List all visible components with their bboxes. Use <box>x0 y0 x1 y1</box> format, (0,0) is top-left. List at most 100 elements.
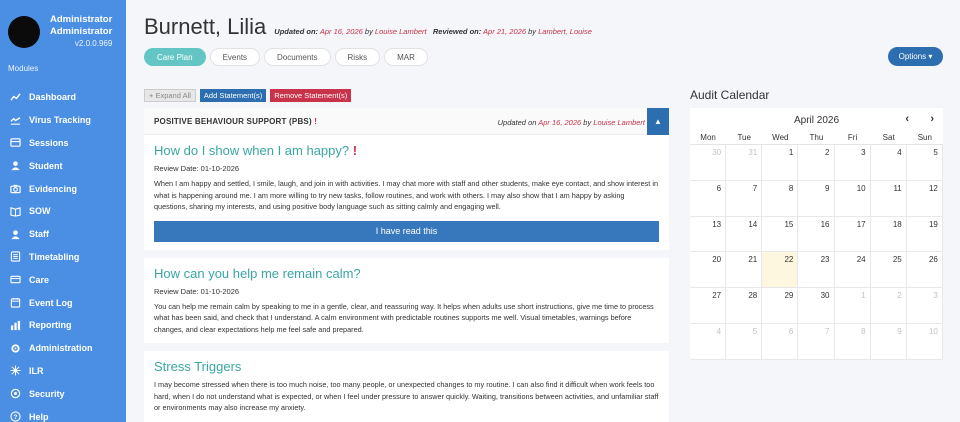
calendar-day[interactable]: 8 <box>762 180 799 217</box>
calendar-day[interactable]: 4 <box>690 323 727 360</box>
weekday-label: Tue <box>737 133 751 142</box>
options-button[interactable]: Options ▾ <box>888 47 943 66</box>
calendar-day[interactable]: 20 <box>690 252 727 289</box>
calendar-day[interactable]: 29 <box>762 288 799 324</box>
calendar-day[interactable]: 1 <box>762 145 799 181</box>
calendar-day[interactable]: 7 <box>798 323 835 360</box>
calendar-day[interactable]: 10 <box>834 180 871 217</box>
calendar-day[interactable]: 25 <box>870 252 907 289</box>
calendar-day[interactable]: 9 <box>798 180 835 217</box>
statement-title: How do I show when I am happy? ! <box>154 143 659 158</box>
sidebar-item-dashboard[interactable]: Dashboard <box>0 86 126 109</box>
sidebar-item-label: Care <box>29 274 50 285</box>
calendar-day[interactable]: 2 <box>870 288 907 324</box>
sidebar-item-sow[interactable]: SOW <box>0 200 126 223</box>
avatar[interactable] <box>8 16 40 48</box>
sidebar-item-student[interactable]: Student <box>0 154 126 177</box>
pbs-panel: POSITIVE BEHAVIOUR SUPPORT (PBS) ! Updat… <box>144 108 669 422</box>
tab-risks[interactable]: Risks <box>334 48 381 66</box>
calendar-day[interactable]: 17 <box>834 216 871 253</box>
statement-text: I may become stressed when there is too … <box>154 380 659 412</box>
calendar-day[interactable]: 3 <box>906 288 943 324</box>
calendar-day[interactable]: 6 <box>762 323 799 360</box>
statement-title: How can you help me remain calm? <box>154 265 361 281</box>
sidebar-item-staff[interactable]: Staff <box>0 223 126 246</box>
calendar-day[interactable]: 13 <box>690 216 727 253</box>
remove-statement-button[interactable]: Remove Statement(s) <box>270 89 352 102</box>
calendar-day[interactable]: 10 <box>906 323 943 360</box>
calendar-day[interactable]: 2 <box>798 145 835 181</box>
weekday-label: Sun <box>917 133 932 142</box>
calendar-day[interactable]: 12 <box>906 180 943 217</box>
alert-icon: ! <box>352 143 358 158</box>
panel-title-text: POSITIVE BEHAVIOUR SUPPORT (PBS) <box>154 117 312 126</box>
calendar-day[interactable]: 3 <box>834 145 871 181</box>
expand-all-button[interactable]: + Expand All <box>144 89 196 102</box>
main-content: Burnett, Lilia Updated on: Apr 16, 2026 … <box>126 0 960 422</box>
calendar-day[interactable]: 31 <box>726 145 763 181</box>
virus-icon <box>9 114 21 126</box>
sidebar-item-sessions[interactable]: Sessions <box>0 132 126 155</box>
sidebar-item-timetabling[interactable]: Timetabling <box>0 246 126 269</box>
calendar-day[interactable]: 15 <box>762 216 799 253</box>
sidebar-item-evidencing[interactable]: Evidencing <box>0 177 126 200</box>
calendar-day-today[interactable]: 22 <box>762 252 799 289</box>
read-confirm-button[interactable]: I have read this <box>154 220 659 242</box>
chevron-left-icon[interactable]: ‹ <box>905 113 909 125</box>
calendar-day[interactable]: 27 <box>690 288 727 324</box>
tab-events[interactable]: Events <box>209 48 261 66</box>
sidebar-item-event-log[interactable]: Event Log <box>0 291 126 314</box>
calendar-day[interactable]: 28 <box>726 288 763 324</box>
add-statement-button[interactable]: Add Statement(s) <box>199 89 267 102</box>
sidebar-item-ilr[interactable]: ILR <box>0 360 126 383</box>
calendar-day[interactable]: 26 <box>906 252 943 289</box>
calendar-day[interactable]: 23 <box>798 252 835 289</box>
calendar-day[interactable]: 30 <box>690 145 727 181</box>
review-date: Review Date: 01-10-2026 <box>154 286 240 296</box>
calendar-day[interactable]: 4 <box>870 145 907 181</box>
collapse-toggle-icon[interactable]: ▲ <box>647 108 669 135</box>
panel-header[interactable]: POSITIVE BEHAVIOUR SUPPORT (PBS) ! Updat… <box>144 108 669 135</box>
calendar-day[interactable]: 7 <box>726 180 763 217</box>
weekday-label: Thu <box>809 133 824 142</box>
sidebar-item-security[interactable]: Security <box>0 382 126 405</box>
calendar-day[interactable]: 5 <box>906 145 943 181</box>
calendar-day[interactable]: 19 <box>906 216 943 253</box>
page-header: Burnett, Lilia Updated on: Apr 16, 2026 … <box>144 14 592 40</box>
weekday-label: Wed <box>772 133 789 142</box>
calendar-day[interactable]: 1 <box>834 288 871 324</box>
audit-calendar: April 2026 ‹ › Mon Tue Wed Thu Fri Sat Sun 30 3… <box>690 108 943 360</box>
calendar-day[interactable]: 5 <box>726 323 763 360</box>
calendar-day[interactable]: 11 <box>870 180 907 217</box>
sidebar-item-help[interactable]: ? Help <box>0 405 126 422</box>
sidebar-item-reporting[interactable]: Reporting <box>0 314 126 337</box>
administration-icon <box>9 342 21 354</box>
dashboard-icon <box>9 91 21 103</box>
panel-updated-by-label: by <box>583 118 592 127</box>
calendar-day[interactable]: 14 <box>726 216 763 253</box>
calendar-day[interactable]: 8 <box>834 323 871 360</box>
user-profile[interactable]: Administrator Administrator v2.0.0.969 <box>0 0 126 56</box>
tab-documents[interactable]: Documents <box>264 48 331 66</box>
weekday-label: Sat <box>882 133 895 142</box>
calendar-day[interactable]: 21 <box>726 252 763 289</box>
panel-updated-by: Louise Lambert <box>593 118 645 127</box>
calendar-day[interactable]: 18 <box>870 216 907 253</box>
calendar-day[interactable]: 24 <box>834 252 871 289</box>
reviewed-label: Reviewed on: <box>432 27 482 36</box>
calendar-day[interactable]: 6 <box>690 180 727 217</box>
sidebar-item-administration[interactable]: Administration <box>0 337 126 360</box>
chevron-right-icon[interactable]: › <box>930 113 934 125</box>
updated-date: Apr 16, 2026 <box>319 27 363 36</box>
sidebar-item-label: Event Log <box>29 297 73 308</box>
calendar-day[interactable]: 30 <box>798 288 835 324</box>
sidebar-nav: Dashboard Virus Tracking Sessions Studen… <box>0 86 126 422</box>
calendar-day[interactable]: 16 <box>798 216 835 253</box>
sidebar-item-care[interactable]: Care <box>0 268 126 291</box>
sidebar-item-virus-tracking[interactable]: Virus Tracking <box>0 109 126 132</box>
tab-care-plan[interactable]: Care Plan <box>144 48 206 66</box>
calendar-day[interactable]: 9 <box>870 323 907 360</box>
tab-mar[interactable]: MAR <box>384 48 428 66</box>
statement-section: How do I show when I am happy? ! Review … <box>144 143 669 414</box>
reporting-icon <box>9 319 21 331</box>
